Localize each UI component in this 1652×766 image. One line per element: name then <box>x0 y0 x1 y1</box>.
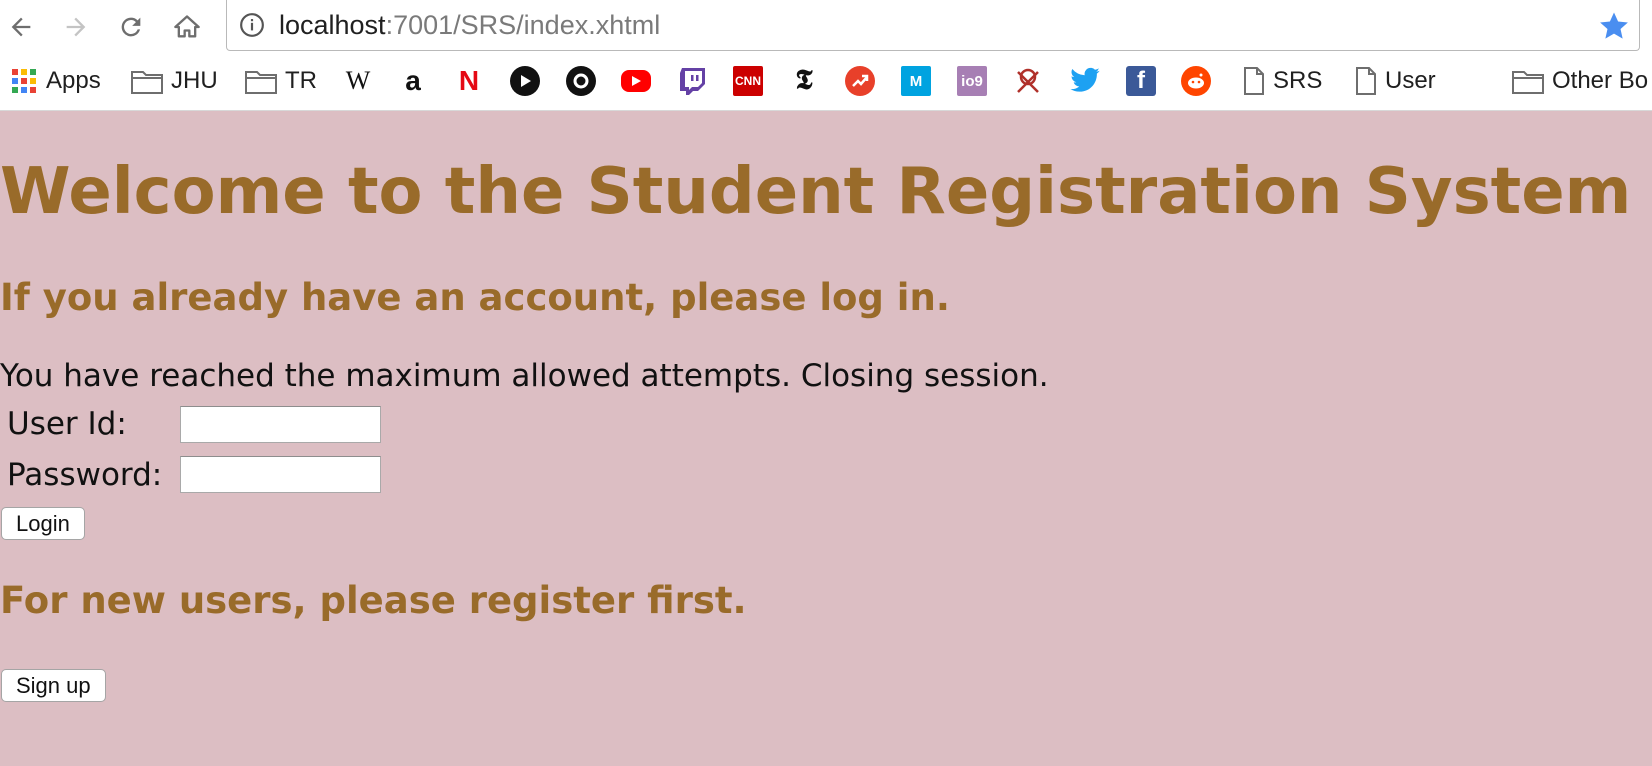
nytimes-icon: 𝕿 <box>789 65 819 96</box>
folder-icon <box>245 71 277 94</box>
url-text: localhost:7001/SRS/index.xhtml <box>279 9 660 41</box>
bookmark-folder-tr[interactable]: TR <box>245 65 317 97</box>
bookmark-trending[interactable] <box>845 65 875 97</box>
page-icon <box>1356 67 1376 95</box>
home-icon[interactable] <box>170 10 204 44</box>
bookmark-twitter[interactable] <box>1069 65 1101 97</box>
amazon-icon: a <box>398 65 428 96</box>
bookmark-pirate[interactable] <box>1013 65 1043 97</box>
bookmark-wikipedia[interactable]: W <box>343 65 373 97</box>
page-icon <box>1244 67 1264 95</box>
twitch-icon <box>680 68 705 95</box>
bookmark-user-label: User <box>1385 67 1436 94</box>
bookmark-srs[interactable]: SRS <box>1243 65 1322 97</box>
bookmark-folder-other[interactable]: Other Bo <box>1512 65 1648 97</box>
cnn-icon: CNN <box>733 66 763 96</box>
play-icon <box>510 66 540 96</box>
bookmark-reddit[interactable] <box>1181 65 1211 97</box>
bookmark-other-label: Other Bo <box>1552 67 1649 94</box>
bookmark-circle[interactable] <box>566 65 596 97</box>
wikipedia-icon: W <box>343 66 373 96</box>
bookmark-apps[interactable]: Apps <box>10 65 101 97</box>
pirate-icon <box>1017 68 1039 93</box>
bookmark-star-icon[interactable] <box>1597 9 1631 43</box>
register-heading: For new users, please register first. <box>0 579 747 622</box>
browser-chrome: localhost:7001/SRS/index.xhtml Apps JHU … <box>0 0 1652 111</box>
info-icon[interactable] <box>239 12 265 38</box>
url-host: localhost <box>279 10 386 40</box>
facebook-icon: f <box>1126 66 1156 96</box>
error-message: You have reached the maximum allowed att… <box>0 358 1049 394</box>
netflix-icon: N <box>454 65 484 96</box>
address-bar[interactable]: localhost:7001/SRS/index.xhtml <box>226 0 1640 51</box>
bookmark-jhu-label: JHU <box>171 67 218 94</box>
bookmark-youtube[interactable] <box>621 65 651 97</box>
bookmark-user[interactable]: User <box>1355 65 1436 97</box>
login-button[interactable]: Login <box>1 507 85 540</box>
bookmark-facebook[interactable]: f <box>1126 65 1156 97</box>
bookmark-nytimes[interactable]: 𝕿 <box>789 65 819 97</box>
folder-icon <box>131 71 163 94</box>
trending-icon <box>845 66 875 96</box>
bookmark-apps-label: Apps <box>46 67 101 94</box>
bookmark-tr-label: TR <box>285 67 317 94</box>
bookmark-srs-label: SRS <box>1273 67 1323 94</box>
reddit-icon <box>1181 66 1211 96</box>
bookmark-amazon[interactable]: a <box>398 65 428 97</box>
user-id-label: User Id: <box>7 406 127 442</box>
bookmark-cnn[interactable]: CNN <box>733 65 763 97</box>
bookmark-play[interactable] <box>510 65 540 97</box>
medium-icon: M <box>901 66 931 96</box>
bookmark-netflix[interactable]: N <box>454 65 484 97</box>
password-label: Password: <box>7 457 163 493</box>
back-arrow-icon[interactable] <box>4 10 38 44</box>
forward-arrow-icon[interactable] <box>59 10 93 44</box>
bookmarks-bar: Apps JHU TR W a N CNN 𝕿 M io9 f SRS User… <box>0 56 1652 106</box>
record-circle-icon <box>566 66 596 96</box>
page-title: Welcome to the Student Registration Syst… <box>0 155 1632 229</box>
user-id-input[interactable] <box>180 406 381 443</box>
io9-icon: io9 <box>957 66 987 96</box>
bookmark-medium[interactable]: M <box>901 65 931 97</box>
folder-icon <box>1512 71 1544 94</box>
password-input[interactable] <box>180 456 381 493</box>
twitter-icon <box>1070 67 1100 92</box>
signup-button[interactable]: Sign up <box>1 669 106 702</box>
youtube-icon <box>621 70 651 92</box>
reload-icon[interactable] <box>114 10 148 44</box>
login-heading: If you already have an account, please l… <box>0 276 950 319</box>
url-path: :7001/SRS/index.xhtml <box>385 10 661 40</box>
bookmark-folder-jhu[interactable]: JHU <box>131 65 218 97</box>
bookmark-io9[interactable]: io9 <box>957 65 987 97</box>
bookmark-twitch[interactable] <box>677 65 707 97</box>
apps-grid-icon <box>12 69 36 93</box>
